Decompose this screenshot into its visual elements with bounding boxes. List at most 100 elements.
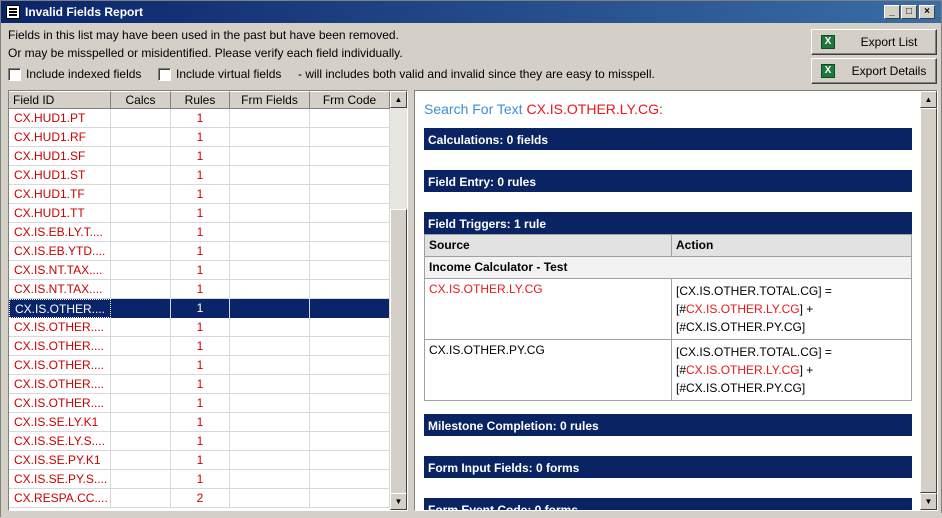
table-row[interactable]: CX.IS.SE.LY.S.... 1 [9, 432, 390, 451]
table-row[interactable]: CX.IS.SE.LY.K1 1 [9, 413, 390, 432]
table-row[interactable]: CX.IS.EB.LY.T.... 1 [9, 223, 390, 242]
scroll-up-button[interactable]: ▲ [390, 91, 407, 108]
rules-cell: 1 [171, 147, 230, 166]
rules-cell: 1 [171, 223, 230, 242]
report-list-icon [6, 5, 20, 19]
grid-scrollbar[interactable]: ▲ ▼ [390, 91, 407, 510]
action-line: [CX.IS.OTHER.TOTAL.CG] = [676, 345, 832, 359]
rules-cell: 1 [171, 356, 230, 375]
table-row[interactable]: CX.HUD1.SF 1 [9, 147, 390, 166]
field-id-cell: CX.RESPA.CC.... [9, 489, 111, 508]
table-row[interactable]: CX.IS.OTHER.... 1 [9, 375, 390, 394]
frm-code-cell [310, 318, 390, 337]
field-id-cell: CX.IS.OTHER.... [9, 337, 111, 356]
action-line: [#CX.IS.OTHER.PY.CG] [676, 320, 806, 334]
frm-fields-cell [230, 318, 310, 337]
close-icon: × [924, 6, 930, 17]
rules-cell: 1 [171, 109, 230, 128]
calcs-cell [111, 166, 171, 185]
rules-cell: 1 [171, 451, 230, 470]
rules-cell: 2 [171, 489, 230, 508]
search-prefix: Search For Text [424, 101, 527, 117]
frm-code-cell [310, 470, 390, 489]
frm-code-cell [310, 432, 390, 451]
rules-cell: 1 [171, 299, 230, 318]
scroll-thumb[interactable] [390, 209, 407, 495]
field-id-cell: CX.HUD1.SF [9, 147, 111, 166]
field-id-cell: CX.HUD1.TF [9, 185, 111, 204]
export-list-button[interactable]: X Export List [811, 29, 937, 55]
action-text: [# [676, 363, 687, 377]
section-milestone-completion: Milestone Completion: 0 rules [424, 414, 912, 436]
frm-code-cell [310, 394, 390, 413]
table-row[interactable]: CX.RESPA.CC.... 2 [9, 489, 390, 508]
column-header-frm-code[interactable]: Frm Code [310, 91, 390, 109]
include-virtual-checkbox[interactable]: Include virtual fields [158, 67, 281, 81]
field-id-cell: CX.IS.SE.PY.K1 [9, 451, 111, 470]
scroll-down-button[interactable]: ▼ [390, 493, 407, 510]
frm-fields-cell [230, 109, 310, 128]
table-row[interactable]: CX.IS.OTHER.... 1 [9, 394, 390, 413]
title-bar[interactable]: Invalid Fields Report _ □ × [1, 1, 941, 23]
frm-code-cell [310, 166, 390, 185]
rules-cell: 1 [171, 261, 230, 280]
minimize-button[interactable]: _ [884, 5, 900, 19]
frm-fields-cell [230, 147, 310, 166]
field-id-cell: CX.IS.OTHER.... [9, 375, 111, 394]
grid-header: Field ID Calcs Rules Frm Fields Frm Code [9, 91, 390, 109]
invalid-fields-grid[interactable]: Field ID Calcs Rules Frm Fields Frm Code… [8, 90, 408, 511]
trigger-action: [CX.IS.OTHER.TOTAL.CG] = [#CX.IS.OTHER.L… [671, 278, 912, 340]
frm-fields-cell [230, 432, 310, 451]
table-row[interactable]: CX.IS.OTHER.... 1 [9, 299, 390, 318]
field-id-cell: CX.HUD1.ST [9, 166, 111, 185]
excel-icon: X [821, 35, 835, 49]
table-row[interactable]: CX.IS.NT.TAX.... 1 [9, 261, 390, 280]
column-header-rules[interactable]: Rules [171, 91, 230, 109]
field-id-cell: CX.IS.SE.LY.S.... [9, 432, 111, 451]
excel-icon: X [821, 64, 835, 78]
table-row[interactable]: CX.IS.SE.PY.K1 1 [9, 451, 390, 470]
table-row[interactable]: CX.IS.EB.YTD.... 1 [9, 242, 390, 261]
calcs-cell [111, 280, 171, 299]
action-line: [#CX.IS.OTHER.LY.CG] + [676, 300, 907, 318]
table-row[interactable]: CX.HUD1.TF 1 [9, 185, 390, 204]
calcs-cell [111, 413, 171, 432]
trigger-action: [CX.IS.OTHER.TOTAL.CG] = [#CX.IS.OTHER.L… [671, 339, 912, 401]
scroll-thumb[interactable] [920, 108, 937, 493]
field-id-cell: CX.IS.OTHER.... [9, 394, 111, 413]
table-row[interactable]: CX.IS.OTHER.... 1 [9, 318, 390, 337]
table-row[interactable]: CX.IS.OTHER.... 1 [9, 337, 390, 356]
column-header-action: Action [671, 234, 912, 257]
table-row[interactable]: CX.HUD1.PT 1 [9, 109, 390, 128]
calcs-cell [111, 242, 171, 261]
field-detail-panel[interactable]: Search For Text CX.IS.OTHER.LY.CG: Calcu… [414, 90, 938, 511]
table-row[interactable]: CX.HUD1.ST 1 [9, 166, 390, 185]
table-row[interactable]: CX.HUD1.RF 1 [9, 128, 390, 147]
checkbox-box[interactable] [158, 67, 171, 81]
column-header-field-id[interactable]: Field ID [9, 91, 111, 109]
calcs-cell [111, 204, 171, 223]
table-row[interactable]: CX.HUD1.TT 1 [9, 204, 390, 223]
maximize-button[interactable]: □ [901, 5, 917, 19]
detail-scrollbar[interactable]: ▲ ▼ [920, 91, 937, 510]
arrow-down-icon: ▼ [924, 497, 933, 506]
frm-fields-cell [230, 242, 310, 261]
table-row[interactable]: CX.IS.SE.PY.S.... 1 [9, 470, 390, 489]
table-row[interactable]: CX.IS.OTHER.... 1 [9, 356, 390, 375]
field-id-cell: CX.IS.SE.PY.S.... [9, 470, 111, 489]
frm-fields-cell [230, 223, 310, 242]
rules-cell: 1 [171, 204, 230, 223]
scroll-down-button[interactable]: ▼ [920, 493, 937, 510]
table-row[interactable]: CX.IS.NT.TAX.... 1 [9, 280, 390, 299]
close-button[interactable]: × [919, 5, 935, 19]
checkbox-box[interactable] [8, 67, 21, 81]
column-header-calcs[interactable]: Calcs [111, 91, 171, 109]
frm-fields-cell [230, 489, 310, 508]
calcs-cell [111, 451, 171, 470]
export-details-button[interactable]: X Export Details [811, 58, 937, 84]
scroll-up-button[interactable]: ▲ [920, 91, 937, 108]
column-header-frm-fields[interactable]: Frm Fields [230, 91, 310, 109]
field-triggers-table: Source Action Income Calculator - Test C… [424, 234, 912, 401]
action-text: [# [676, 302, 687, 316]
include-indexed-checkbox[interactable]: Include indexed fields [8, 67, 141, 81]
